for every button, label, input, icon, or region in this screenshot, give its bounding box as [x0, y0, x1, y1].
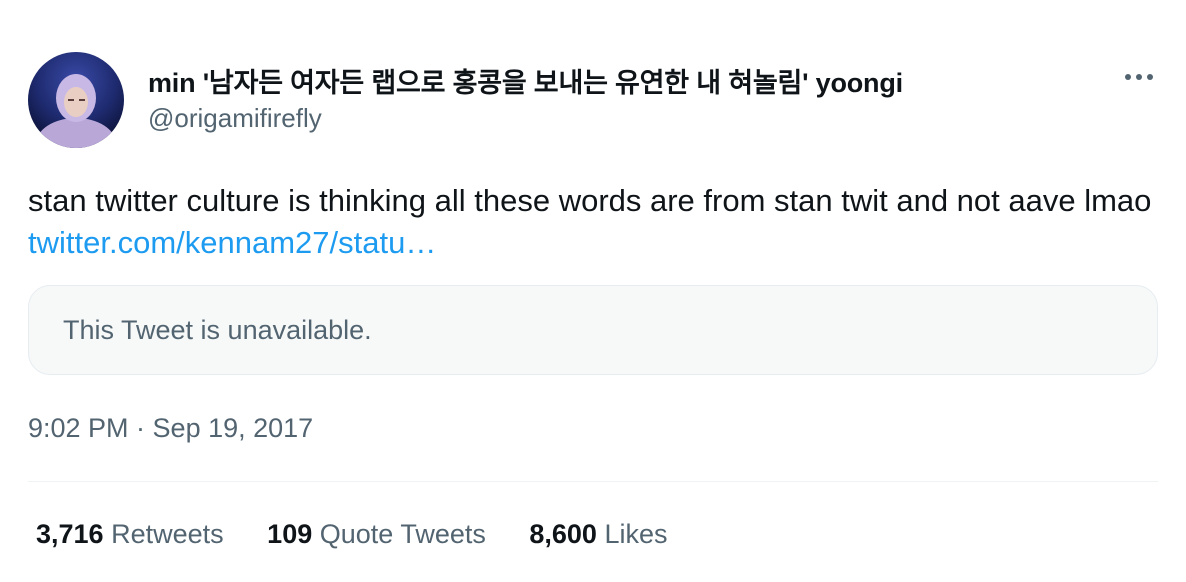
timestamp-link[interactable]: 9:02 PM · Sep 19, 2017	[28, 413, 313, 443]
quote-tweets-count: 109	[267, 519, 313, 549]
author-display-name[interactable]: min '남자든 여자든 랩으로 홍콩을 보내는 유연한 내 혀놀림' yoon…	[148, 61, 903, 100]
avatar[interactable]	[28, 52, 124, 148]
author-handle[interactable]: @origamifirefly	[148, 103, 322, 134]
tweet-text: stan twitter culture is thinking all the…	[28, 180, 1168, 264]
quote-tweets-label: Quote Tweets	[319, 519, 486, 549]
likes-count: 8,600	[529, 519, 597, 549]
tweet-body: stan twitter culture is thinking all the…	[28, 183, 1152, 218]
tweet-link[interactable]: twitter.com/kennam27/statu…	[28, 225, 436, 260]
tweet-card: min '남자든 여자든 랩으로 홍콩을 보내는 유연한 내 혀놀림' yoon…	[0, 0, 1186, 582]
quoted-tweet-card[interactable]: This Tweet is unavailable.	[28, 285, 1158, 375]
more-options-button[interactable]	[1122, 64, 1156, 90]
avatar-image	[28, 52, 124, 148]
likes-label: Likes	[604, 519, 668, 549]
retweets-stat[interactable]: 3,716 Retweets	[36, 519, 224, 550]
retweets-count: 3,716	[36, 519, 104, 549]
quote-tweets-stat[interactable]: 109 Quote Tweets	[267, 519, 486, 550]
tweet-stats: 3,716 Retweets 109 Quote Tweets 8,600 Li…	[36, 519, 704, 550]
quoted-tweet-unavailable-text: This Tweet is unavailable.	[63, 315, 372, 345]
more-horizontal-icon	[1125, 74, 1153, 80]
retweets-label: Retweets	[111, 519, 224, 549]
tweet-timestamp: 9:02 PM · Sep 19, 2017	[28, 413, 313, 444]
divider	[28, 481, 1158, 482]
likes-stat[interactable]: 8,600 Likes	[529, 519, 667, 550]
